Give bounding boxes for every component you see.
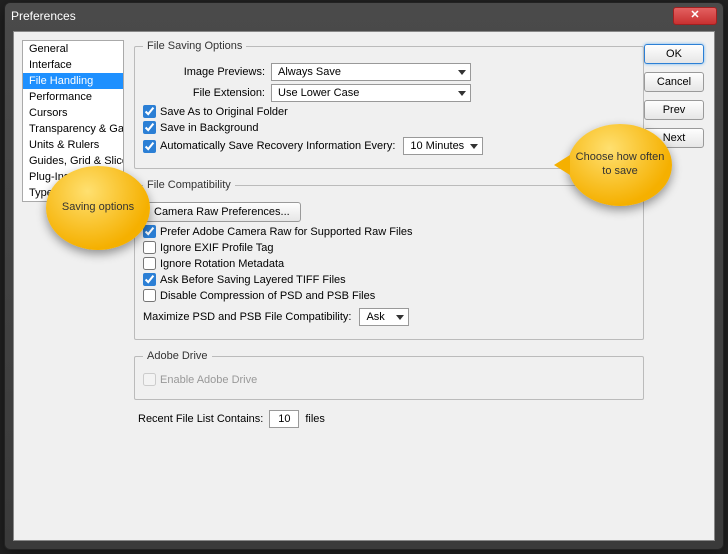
recent-files-suffix: files: [305, 413, 325, 425]
recent-files-label: Recent File List Contains:: [138, 413, 263, 425]
callout-saving-options: Saving options: [46, 166, 150, 250]
settings-panel: File Saving Options Image Previews: Alwa…: [134, 40, 644, 428]
ignore-rotation-checkbox[interactable]: Ignore Rotation Metadata: [143, 257, 284, 270]
file-compatibility-group: File Compatibility Camera Raw Preference…: [134, 179, 644, 340]
ignore-exif-input[interactable]: [143, 241, 156, 254]
callout-save-frequency-text: Choose how often to save: [574, 151, 666, 179]
max-compat-label: Maximize PSD and PSB File Compatibility:: [143, 311, 351, 323]
save-as-original-checkbox[interactable]: Save As to Original Folder: [143, 105, 288, 118]
auto-save-label: Automatically Save Recovery Information …: [160, 140, 395, 152]
fso-legend: File Saving Options: [143, 40, 246, 52]
max-compat-value: Ask: [366, 311, 384, 323]
auto-save-interval-dropdown[interactable]: 10 Minutes: [403, 137, 483, 155]
chevron-down-icon: [396, 315, 404, 320]
dialog-client: General Interface File Handling Performa…: [13, 31, 715, 541]
ask-tiff-checkbox[interactable]: Ask Before Saving Layered TIFF Files: [143, 273, 346, 286]
ignore-exif-label: Ignore EXIF Profile Tag: [160, 242, 274, 254]
sidebar-item-performance[interactable]: Performance: [23, 89, 123, 105]
save-background-input[interactable]: [143, 121, 156, 134]
prefer-acr-label: Prefer Adobe Camera Raw for Supported Ra…: [160, 226, 413, 238]
ask-tiff-label: Ask Before Saving Layered TIFF Files: [160, 274, 346, 286]
callout-save-frequency: Choose how often to save: [568, 124, 672, 206]
enable-adobe-drive-checkbox: Enable Adobe Drive: [143, 373, 257, 386]
sidebar-item-file-handling[interactable]: File Handling: [23, 73, 123, 89]
image-previews-label: Image Previews:: [143, 66, 271, 78]
chevron-down-icon: [458, 91, 466, 96]
file-extension-value: Use Lower Case: [278, 87, 359, 99]
save-as-original-input[interactable]: [143, 105, 156, 118]
disable-compression-input[interactable]: [143, 289, 156, 302]
auto-save-interval-value: 10 Minutes: [410, 140, 464, 152]
sidebar-item-units[interactable]: Units & Rulers: [23, 137, 123, 153]
file-extension-dropdown[interactable]: Use Lower Case: [271, 84, 471, 102]
disable-compression-label: Disable Compression of PSD and PSB Files: [160, 290, 375, 302]
recent-files-input[interactable]: [269, 410, 299, 428]
chevron-down-icon: [458, 70, 466, 75]
sidebar-item-interface[interactable]: Interface: [23, 57, 123, 73]
disable-compression-checkbox[interactable]: Disable Compression of PSD and PSB Files: [143, 289, 375, 302]
camera-raw-prefs-button[interactable]: Camera Raw Preferences...: [143, 202, 301, 222]
titlebar: Preferences ✕: [5, 3, 723, 29]
image-previews-dropdown[interactable]: Always Save: [271, 63, 471, 81]
sidebar-item-cursors[interactable]: Cursors: [23, 105, 123, 121]
ignore-rotation-label: Ignore Rotation Metadata: [160, 258, 284, 270]
enable-adobe-drive-label: Enable Adobe Drive: [160, 374, 257, 386]
image-previews-value: Always Save: [278, 66, 341, 78]
auto-save-checkbox[interactable]: Automatically Save Recovery Information …: [143, 140, 395, 153]
ok-button[interactable]: OK: [644, 44, 704, 64]
save-background-label: Save in Background: [160, 122, 258, 134]
save-as-original-label: Save As to Original Folder: [160, 106, 288, 118]
enable-adobe-drive-input: [143, 373, 156, 386]
close-icon: ✕: [690, 9, 699, 21]
cancel-button[interactable]: Cancel: [644, 72, 704, 92]
ignore-exif-checkbox[interactable]: Ignore EXIF Profile Tag: [143, 241, 274, 254]
preferences-dialog: Preferences ✕ General Interface File Han…: [4, 2, 724, 550]
sidebar-item-transparency[interactable]: Transparency & Gamut: [23, 121, 123, 137]
adobe-drive-group: Adobe Drive Enable Adobe Drive: [134, 350, 644, 400]
ignore-rotation-input[interactable]: [143, 257, 156, 270]
save-background-checkbox[interactable]: Save in Background: [143, 121, 258, 134]
recent-files-row: Recent File List Contains: files: [138, 410, 644, 428]
max-compat-dropdown[interactable]: Ask: [359, 308, 409, 326]
prev-button[interactable]: Prev: [644, 100, 704, 120]
fc-legend: File Compatibility: [143, 179, 235, 191]
close-button[interactable]: ✕: [673, 7, 717, 25]
ask-tiff-input[interactable]: [143, 273, 156, 286]
prefer-acr-checkbox[interactable]: Prefer Adobe Camera Raw for Supported Ra…: [143, 225, 413, 238]
window-title: Preferences: [11, 9, 673, 23]
prefer-acr-input[interactable]: [143, 225, 156, 238]
chevron-down-icon: [470, 144, 478, 149]
sidebar-item-general[interactable]: General: [23, 41, 123, 57]
file-extension-label: File Extension:: [143, 87, 271, 99]
file-saving-options-group: File Saving Options Image Previews: Alwa…: [134, 40, 644, 169]
callout-saving-options-text: Saving options: [62, 201, 134, 215]
auto-save-input[interactable]: [143, 140, 156, 153]
adrive-legend: Adobe Drive: [143, 350, 212, 362]
